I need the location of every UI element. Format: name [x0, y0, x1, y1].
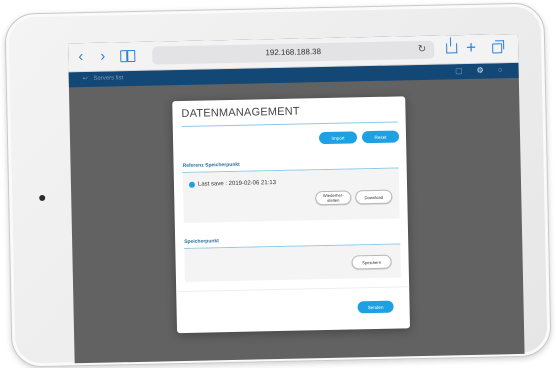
- plus-icon[interactable]: +: [466, 38, 476, 57]
- dialog-title: DATENMANAGEMENT: [181, 105, 300, 121]
- reload-icon[interactable]: ↻: [418, 41, 427, 59]
- url-text: 192.168.188.38: [265, 47, 322, 58]
- restore-button[interactable]: Wiederher-stellen: [315, 190, 352, 206]
- last-save-status: Last save : 2019-02-06 21:13: [188, 180, 277, 188]
- tabs-icon[interactable]: [492, 43, 503, 54]
- chat-icon[interactable]: ▢: [455, 66, 463, 76]
- url-field[interactable]: 192.168.188.38 ↻: [152, 40, 435, 65]
- reset-button[interactable]: Reset: [361, 130, 400, 144]
- data-management-dialog: DATENMANAGEMENT Import Reset Referenz Sp…: [172, 96, 411, 334]
- savepoint-section-heading: Speicherpunkt: [184, 238, 219, 245]
- title-divider: [181, 121, 398, 128]
- download-button[interactable]: Download: [355, 189, 393, 205]
- back-chevron-icon[interactable]: ‹: [78, 48, 83, 65]
- savepoint-section-body: Speichern: [184, 244, 401, 282]
- tablet-screen: ‹ › 192.168.188.38 ↻ + ↩ Servers list ▢ …: [67, 33, 525, 364]
- servers-list-link[interactable]: ↩ Servers list: [82, 74, 124, 83]
- user-icon[interactable]: ○: [498, 65, 503, 75]
- reference-section-heading: Referenz Speicherpunkt: [182, 161, 240, 169]
- footer-divider: [176, 286, 410, 293]
- send-button[interactable]: Senden: [357, 300, 394, 314]
- share-icon[interactable]: [446, 43, 458, 54]
- forward-chevron-icon[interactable]: ›: [100, 48, 105, 65]
- servers-list-label: Servers list: [93, 75, 124, 82]
- book-icon[interactable]: [120, 49, 136, 63]
- back-arrow-icon: ↩: [82, 75, 88, 83]
- last-save-text: Last save : 2019-02-06 21:13: [197, 180, 277, 188]
- import-button[interactable]: Import: [318, 131, 358, 145]
- save-button[interactable]: Speichern: [351, 254, 392, 270]
- app-bar-icons: ▢ ⚙ ○: [455, 65, 503, 76]
- tablet-device: ‹ › 192.168.188.38 ↻ + ↩ Servers list ▢ …: [4, 2, 552, 368]
- gear-icon[interactable]: ⚙: [477, 66, 484, 76]
- reference-section-body: Last save : 2019-02-06 21:13 Wiederher-s…: [182, 168, 400, 223]
- status-dot-icon: [188, 181, 196, 188]
- home-camera: [39, 194, 46, 202]
